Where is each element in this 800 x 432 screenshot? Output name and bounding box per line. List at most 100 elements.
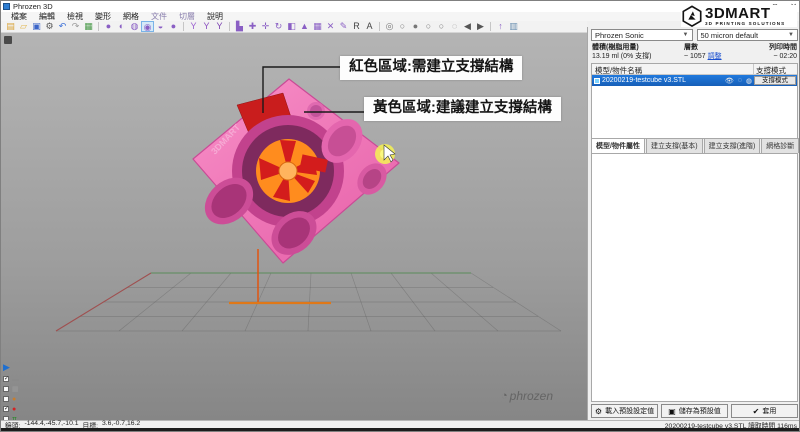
file-type-icon xyxy=(594,78,600,84)
load-defaults-button[interactable]: ⚙ 載入預設設定值 xyxy=(591,404,658,418)
tab-content-area xyxy=(591,153,798,402)
slice-grid-icon[interactable]: ▥ xyxy=(507,21,520,32)
settings-circle-icon[interactable]: ◍ xyxy=(746,77,752,85)
menu-edit[interactable]: 編輯 xyxy=(33,12,61,21)
toggle-red-zones[interactable]: ● xyxy=(3,405,19,413)
redo-icon[interactable]: ↷ xyxy=(69,21,82,32)
layers-label: 層數 xyxy=(684,44,698,51)
print-time-value: ~ 02:20 xyxy=(773,53,797,60)
support-medium-icon[interactable]: Y xyxy=(200,21,213,32)
yellow-zone-annotation: 黃色區域:建議建立支撐結構 xyxy=(364,97,561,121)
slice-up-icon[interactable]: ↑ xyxy=(494,21,507,32)
display-mode-4-icon[interactable]: ○ xyxy=(422,21,435,32)
toggle-grid[interactable]: ▦ xyxy=(3,385,19,393)
rename-icon[interactable]: R xyxy=(350,21,363,32)
model-filename: 20200219-testcube v3.STL xyxy=(602,77,723,84)
display-mode-1-icon[interactable]: ◎ xyxy=(383,21,396,32)
next-view-icon[interactable]: ▶ xyxy=(474,21,487,32)
menu-slice[interactable]: 切層 xyxy=(173,12,201,21)
panel-tabs: 模型/物件屬性建立支撐(基本)建立支撐(進階)網格診斷 xyxy=(591,141,798,153)
align-icon[interactable]: A xyxy=(363,21,376,32)
shade-mode-1-icon[interactable]: ● xyxy=(102,21,115,32)
settings-panel: Phrozen Sonic▼ 50 micron default▼ 體積(樹脂用… xyxy=(587,27,800,420)
check-icon: ✔ xyxy=(753,407,760,416)
status-bar: 鏡頭: -144.4,-45.7,-10.1 目標: 3.6,-0.7,16.2… xyxy=(1,420,800,428)
save-defaults-button[interactable]: ▣ 儲存為預設值 xyxy=(661,404,728,418)
layout-icon[interactable]: ▙ xyxy=(233,21,246,32)
print-time-label: 列印時間 xyxy=(769,44,797,51)
scale-icon[interactable]: ▲ xyxy=(298,21,311,32)
toggle-resin-vat[interactable]: ● xyxy=(3,395,19,403)
prev-view-icon[interactable]: ◀ xyxy=(461,21,474,32)
shade-mode-2-icon[interactable]: ◐ xyxy=(115,21,128,32)
gear-icon: ⚙ xyxy=(595,407,602,416)
mirror-icon[interactable]: ◧ xyxy=(285,21,298,32)
brand-hexagon-icon xyxy=(681,5,703,27)
print-stats: 體積(樹脂用量) 13.19 ml (0% 支撐) 層數 ~ 1057 調整 列… xyxy=(592,44,797,62)
shade-mode-5-icon[interactable]: ◒ xyxy=(154,21,167,32)
menu-transform[interactable]: 變形 xyxy=(89,12,117,21)
support-mode-button[interactable]: 支撐模式 xyxy=(754,76,796,85)
volume-label: 體積(樹脂用量) xyxy=(592,44,639,51)
red-zone-annotation: 紅色區域:需建立支撐結構 xyxy=(340,56,522,80)
model-name-header: 模型/物件名稱 xyxy=(592,64,753,74)
add-object-icon[interactable]: ✛ xyxy=(259,21,272,32)
brand-tagline: 3D PRINTING SOLUTIONS xyxy=(705,22,785,27)
toggle-platform[interactable]: ▬ xyxy=(3,375,19,383)
profile-select[interactable]: 50 micron default▼ xyxy=(697,29,799,41)
viewport-3d[interactable]: 3DMART 紅色區域:需建立支撐結構 黃色區域:建議建立支撐結構 ◔ phro… xyxy=(1,33,587,420)
rotate-icon[interactable]: ↻ xyxy=(272,21,285,32)
model-list: 模型/物件名稱 支撐模式 20200219-testcube v3.STL 👁 … xyxy=(591,63,798,139)
measure-icon[interactable]: ✎ xyxy=(337,21,350,32)
tab-support-basic[interactable]: 建立支撐(基本) xyxy=(646,138,703,153)
display-toggles: ▶ ▬▦●●π xyxy=(3,363,19,420)
save-icon[interactable]: ▣ xyxy=(30,21,43,32)
menu-view[interactable]: 檢視 xyxy=(61,12,89,21)
support-heavy-icon[interactable]: Y xyxy=(213,21,226,32)
shade-mode-6-icon[interactable]: ● xyxy=(167,21,180,32)
display-mode-5-icon[interactable]: ○ xyxy=(435,21,448,32)
support-mode-header: 支撐模式 xyxy=(753,64,797,74)
display-mode-6-icon[interactable]: ◌ xyxy=(448,21,461,32)
adjust-layers-link[interactable]: 調整 xyxy=(708,53,722,60)
repair-icon[interactable]: ✕ xyxy=(324,21,337,32)
save-icon: ▣ xyxy=(668,407,676,416)
display-mode-3-icon[interactable]: ● xyxy=(409,21,422,32)
tab-model-properties[interactable]: 模型/物件屬性 xyxy=(591,138,645,153)
apply-button[interactable]: ✔ 套用 xyxy=(731,404,798,418)
main-toolbar: ▤▱▣⚙↶↷▦●◐◍◉◒●YYY▙✚✛↻◧▲▦✕✎RA◎○●○○◌◀▶↑▥ xyxy=(1,21,587,33)
menu-help[interactable]: 說明 xyxy=(201,12,229,21)
phrozen-3d-window: Phrozen 3D – ⧉ ✕ 檔案編輯檢視變形網格文件切層說明 ▤▱▣⚙↶↷… xyxy=(0,0,800,432)
tab-support-advanced[interactable]: 建立支撐(進階) xyxy=(704,138,761,153)
display-mode-2-icon[interactable]: ○ xyxy=(396,21,409,32)
menu-mesh[interactable]: 網格 xyxy=(117,12,145,21)
scene-canvas: 3DMART xyxy=(1,33,587,420)
shade-mode-3-icon[interactable]: ◍ xyxy=(128,21,141,32)
layers-value: ~ 1057 xyxy=(684,53,706,60)
open-folder-icon[interactable]: ▱ xyxy=(17,21,30,32)
phrozen-watermark: ◔ phrozen xyxy=(501,389,553,403)
undo-icon[interactable]: ↶ xyxy=(56,21,69,32)
printer-select[interactable]: Phrozen Sonic▼ xyxy=(591,29,693,41)
visibility-eye-icon[interactable]: 👁 xyxy=(725,77,734,85)
duplicate-icon[interactable]: ▦ xyxy=(82,21,95,32)
menu-document[interactable]: 文件 xyxy=(145,12,173,21)
window-title: Phrozen 3D xyxy=(13,2,53,11)
expand-arrow-icon[interactable]: ▶ xyxy=(3,363,19,372)
move-icon[interactable]: ✚ xyxy=(246,21,259,32)
settings-gear-icon[interactable]: ⚙ xyxy=(43,21,56,32)
brand-logo: 3DMART 3D PRINTING SOLUTIONS xyxy=(681,5,797,27)
shade-mode-4-icon[interactable]: ◉ xyxy=(141,21,154,32)
model-list-row[interactable]: 20200219-testcube v3.STL 👁 ◌ ◍ 支撐模式 xyxy=(592,75,797,86)
new-file-icon[interactable]: ▤ xyxy=(4,21,17,32)
support-light-icon[interactable]: Y xyxy=(187,21,200,32)
array-icon[interactable]: ▦ xyxy=(311,21,324,32)
brand-name: 3DMART xyxy=(705,6,785,21)
chevron-down-icon: ▼ xyxy=(683,32,689,38)
app-icon xyxy=(3,3,10,10)
phrozen-watermark-icon: ◔ xyxy=(501,390,508,402)
lock-icon[interactable]: ◌ xyxy=(738,77,742,84)
tab-mesh-diagnosis[interactable]: 網格診斷 xyxy=(761,138,799,153)
menu-file[interactable]: 檔案 xyxy=(5,12,33,21)
chevron-down-icon: ▼ xyxy=(788,32,794,38)
